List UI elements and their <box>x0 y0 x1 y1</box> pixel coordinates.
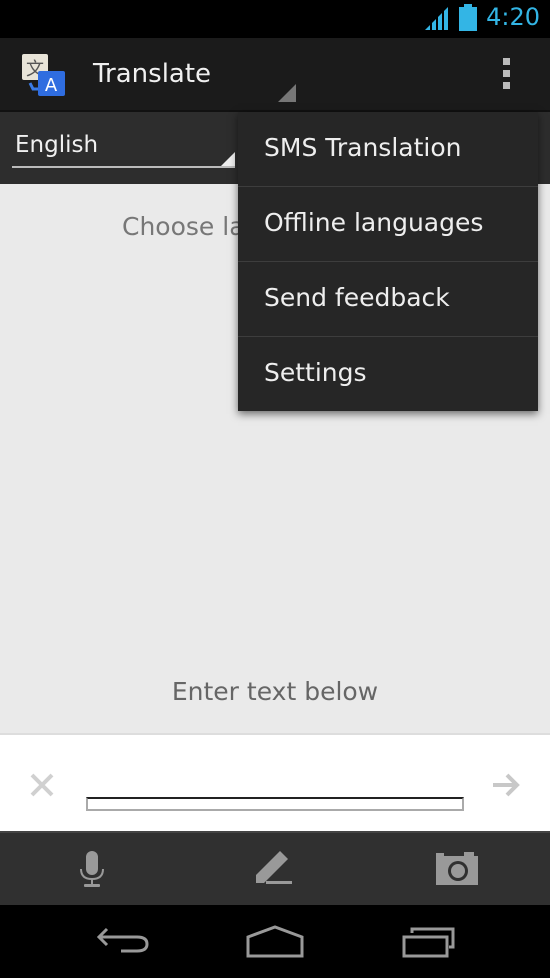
action-bar: 文 A Translate <box>0 38 550 112</box>
menu-item-label: Send feedback <box>264 283 450 312</box>
title-dropdown-indicator <box>278 84 296 102</box>
enter-text-prompt: Enter text below <box>171 677 379 706</box>
arrow-right-icon[interactable] <box>491 771 521 799</box>
recents-icon[interactable] <box>402 925 458 959</box>
overflow-menu: SMS Translation Offline languages Send f… <box>238 112 538 411</box>
signal-icon <box>425 7 448 31</box>
menu-item-offline-languages[interactable]: Offline languages <box>238 187 538 262</box>
battery-icon <box>459 4 477 31</box>
clear-icon[interactable] <box>28 771 56 799</box>
overflow-menu-icon[interactable] <box>496 58 516 92</box>
source-language-label: English <box>15 132 99 158</box>
input-row <box>0 733 550 833</box>
choose-language-prompt: Choose la <box>122 212 245 241</box>
source-language-select[interactable]: English <box>12 130 235 168</box>
back-icon[interactable] <box>95 925 151 957</box>
navigation-bar <box>0 905 550 978</box>
text-input[interactable] <box>86 797 464 811</box>
dropdown-indicator <box>221 152 235 166</box>
menu-item-sms-translation[interactable]: SMS Translation <box>238 112 538 187</box>
home-icon[interactable] <box>246 925 304 959</box>
menu-item-label: Offline languages <box>264 208 484 237</box>
input-method-toolbar <box>0 831 550 907</box>
translate-app-icon[interactable]: 文 A <box>20 53 68 97</box>
menu-item-label: Settings <box>264 358 367 387</box>
menu-item-label: SMS Translation <box>264 133 462 162</box>
menu-item-settings[interactable]: Settings <box>238 337 538 411</box>
camera-icon[interactable] <box>434 849 480 887</box>
microphone-icon[interactable] <box>78 849 106 889</box>
status-bar: 4:20 <box>0 0 550 38</box>
svg-text:A: A <box>45 75 58 96</box>
pencil-icon[interactable] <box>254 849 294 887</box>
menu-item-send-feedback[interactable]: Send feedback <box>238 262 538 337</box>
app-title[interactable]: Translate <box>93 59 211 89</box>
status-time: 4:20 <box>486 3 540 31</box>
